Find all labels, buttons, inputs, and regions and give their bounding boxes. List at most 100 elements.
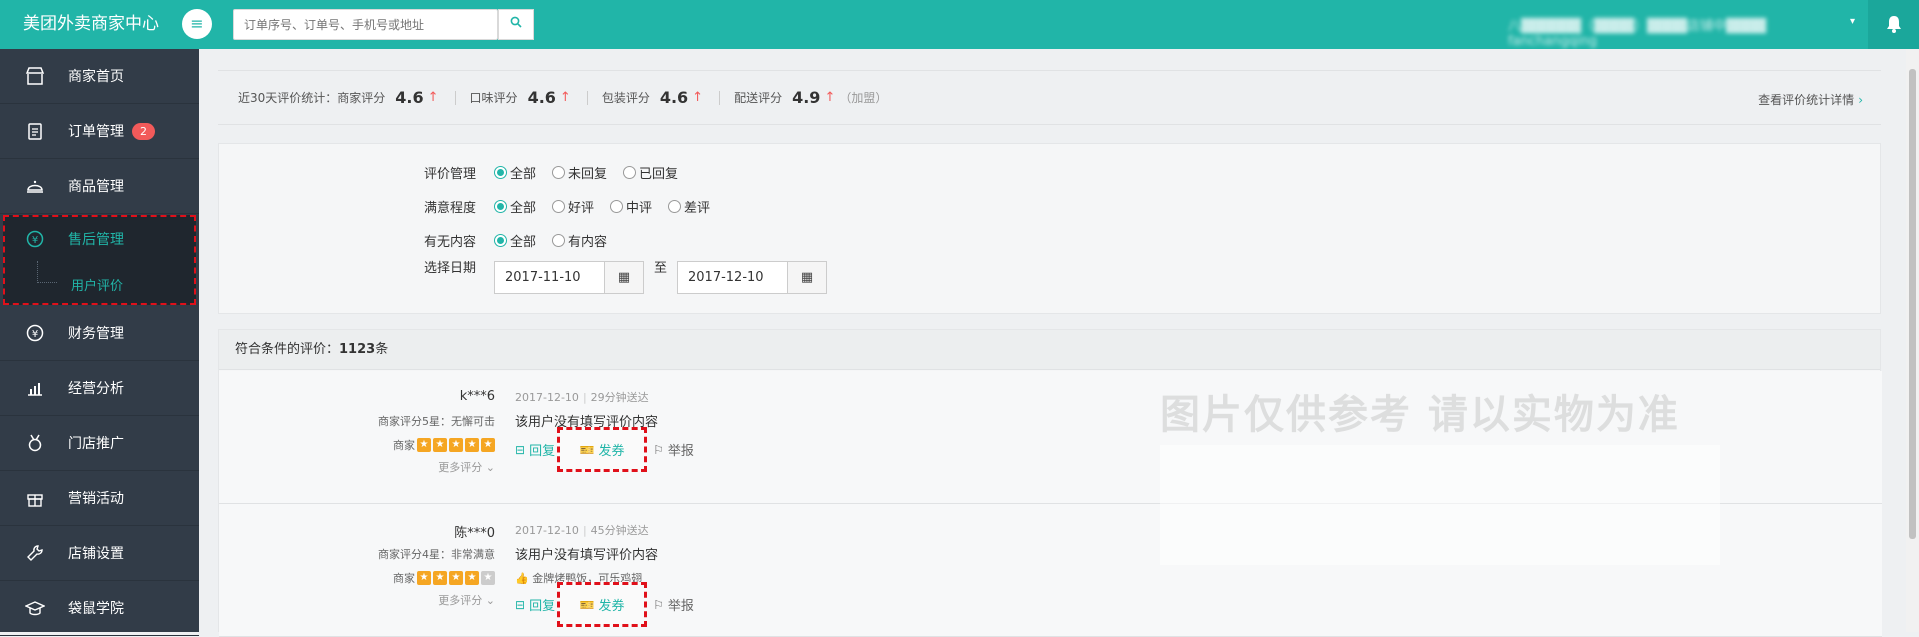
sidebar: 商家首页 订单管理 2 商品管理 ¥ 售后管理 用户评价 ¥ 财务管理 经营分析… <box>0 49 199 636</box>
radio-dot <box>668 200 682 213</box>
delivery-score-label: 配送评分 <box>734 91 783 105</box>
sidebar-item-products[interactable]: 商品管理 <box>0 159 199 214</box>
date-from-field[interactable]: 2017-11-10 <box>495 262 605 293</box>
date-to-label: 至 <box>654 261 668 276</box>
radio-label: 中评 <box>626 201 653 216</box>
radio-satisfaction-neutral[interactable]: 中评 <box>610 197 652 216</box>
date-to-field[interactable]: 2017-12-10 <box>678 262 789 293</box>
radio-label: 已回复 <box>639 167 679 182</box>
filter-label: 评价管理 <box>423 167 476 182</box>
radio-label: 有内容 <box>568 235 608 250</box>
tree-connector <box>37 261 57 283</box>
sidebar-item-label: 袋鼠学院 <box>68 601 124 617</box>
sidebar-item-label: 店铺设置 <box>68 546 124 562</box>
review-actions: ⊟ 回复 🎫 发券 ⚐ 举报 <box>515 582 704 627</box>
more-ratings-toggle[interactable]: 更多评分 ⌄ <box>438 459 495 475</box>
issue-coupon-button[interactable]: 🎫 发券 <box>557 582 648 627</box>
search-icon[interactable] <box>498 9 534 40</box>
sidebar-item-marketing[interactable]: 营销活动 <box>0 471 199 526</box>
user-account-name[interactable]: 八██████（████）████店铺中████ fanchangqing <box>1508 15 1858 49</box>
watermark-text: 图片仅供参考 请以实物为准 <box>1160 392 1680 438</box>
radio-label: 全部 <box>510 201 537 216</box>
more-ratings-label: 更多评分 <box>438 461 483 474</box>
more-ratings-toggle[interactable]: 更多评分 ⌄ <box>438 592 495 608</box>
yuan-icon: ¥ <box>24 322 46 344</box>
flag-icon: ⚐ <box>653 597 664 612</box>
radio-content-all[interactable]: 全部 <box>494 231 536 250</box>
sidebar-item-label: 门店推广 <box>68 436 124 452</box>
star-icon: ★ <box>449 571 463 585</box>
filter-label: 选择日期 <box>423 261 476 276</box>
reply-button[interactable]: ⊟ 回复 <box>515 595 555 615</box>
sidebar-item-label: 财务管理 <box>68 326 124 342</box>
sidebar-item-orders[interactable]: 订单管理 2 <box>0 104 199 159</box>
radio-manage-replied[interactable]: 已回复 <box>623 163 678 182</box>
radio-satisfaction-bad[interactable]: 差评 <box>668 197 710 216</box>
reply-button[interactable]: ⊟ 回复 <box>515 440 555 460</box>
sidebar-item-promotion[interactable]: 门店推广 <box>0 416 199 471</box>
wrench-icon <box>24 542 46 564</box>
sidebar-item-analytics[interactable]: 经营分析 <box>0 361 199 416</box>
delivery-score-value: 4.9 <box>792 88 821 107</box>
review-meta: 2017-12-10 | 29分钟送达 <box>515 389 649 405</box>
radio-satisfaction-all[interactable]: 全部 <box>494 197 536 216</box>
app-title[interactable]: 美团外卖商家中心 <box>0 0 181 49</box>
scrollbar-thumb[interactable] <box>1909 69 1916 539</box>
detail-link-label: 查看评价统计详情 <box>1758 93 1855 107</box>
chevron-down-icon: ⌄ <box>485 461 495 474</box>
chart-icon <box>24 377 46 399</box>
sidebar-item-label: 订单管理 <box>68 124 124 140</box>
star-empty-icon: ★ <box>481 571 495 585</box>
calendar-icon[interactable]: ▦ <box>605 262 643 293</box>
sidebar-item-store-settings[interactable]: 店铺设置 <box>0 526 199 581</box>
issue-coupon-button[interactable]: 🎫 发券 <box>557 427 648 472</box>
stars-label: 商家 <box>393 439 415 452</box>
yuan-refresh-icon: ¥ <box>24 228 46 250</box>
delivery-note: （加盟） <box>839 91 888 105</box>
radio-dot <box>494 200 507 213</box>
radio-content-has[interactable]: 有内容 <box>552 231 607 250</box>
calendar-icon[interactable]: ▦ <box>788 262 827 293</box>
chevron-down-icon[interactable]: ▾ <box>1850 16 1855 27</box>
delivery-time: 29分钟送达 <box>590 391 649 404</box>
radio-dot <box>610 200 624 213</box>
vertical-scrollbar[interactable] <box>1906 49 1919 632</box>
star-icon: ★ <box>465 438 479 452</box>
radio-label: 未回复 <box>568 167 608 182</box>
sidebar-item-aftersales[interactable]: ¥ 售后管理 <box>5 217 194 260</box>
star-icon: ★ <box>465 571 479 585</box>
sidebar-item-academy[interactable]: 袋鼠学院 <box>0 581 199 636</box>
report-button[interactable]: ⚐ 举报 <box>653 440 694 460</box>
filter-label: 满意程度 <box>423 201 476 216</box>
score-text: 商家评分4星：非常满意 <box>378 548 495 561</box>
radio-manage-unreplied[interactable]: 未回复 <box>552 163 607 182</box>
radio-label: 全部 <box>510 167 537 182</box>
report-button[interactable]: ⚐ 举报 <box>653 595 694 615</box>
arrow-up-icon: ↑ <box>427 90 439 105</box>
sidebar-subitem-user-reviews[interactable]: 用户评价 <box>71 275 123 294</box>
svg-text:¥: ¥ <box>32 235 38 246</box>
radio-label: 全部 <box>510 235 537 250</box>
review-meta: 2017-12-10 | 45分钟送达 <box>515 522 649 538</box>
hamburger-icon[interactable]: ≡ <box>182 9 212 39</box>
star-icon: ★ <box>449 438 463 452</box>
divider: | <box>582 391 587 404</box>
radio-satisfaction-good[interactable]: 好评 <box>552 197 594 216</box>
coupon-icon: 🎫 <box>579 597 595 612</box>
pack-score-label: 包装评分 <box>601 91 650 105</box>
reply-icon: ⊟ <box>515 597 526 612</box>
sidebar-item-home[interactable]: 商家首页 <box>0 49 199 104</box>
sidebar-item-finance[interactable]: ¥ 财务管理 <box>0 306 199 361</box>
reviewer-name: k***6 <box>459 389 495 404</box>
reviewer-name: 陈***0 <box>454 526 495 541</box>
results-unit: 条 <box>375 342 389 357</box>
date-to-picker[interactable]: 2017-12-10 ▦ <box>677 261 828 294</box>
date-from-picker[interactable]: 2017-11-10 ▦ <box>494 261 644 294</box>
view-stats-detail-link[interactable]: 查看评价统计详情 › <box>1758 91 1863 108</box>
search-input[interactable] <box>233 9 498 40</box>
review-date: 2017-12-10 <box>515 391 579 404</box>
radio-manage-all[interactable]: 全部 <box>494 163 536 182</box>
reply-icon: ⊟ <box>515 442 526 457</box>
stats-prefix: 近30天评价统计： <box>238 91 338 105</box>
bell-icon[interactable] <box>1868 0 1919 49</box>
